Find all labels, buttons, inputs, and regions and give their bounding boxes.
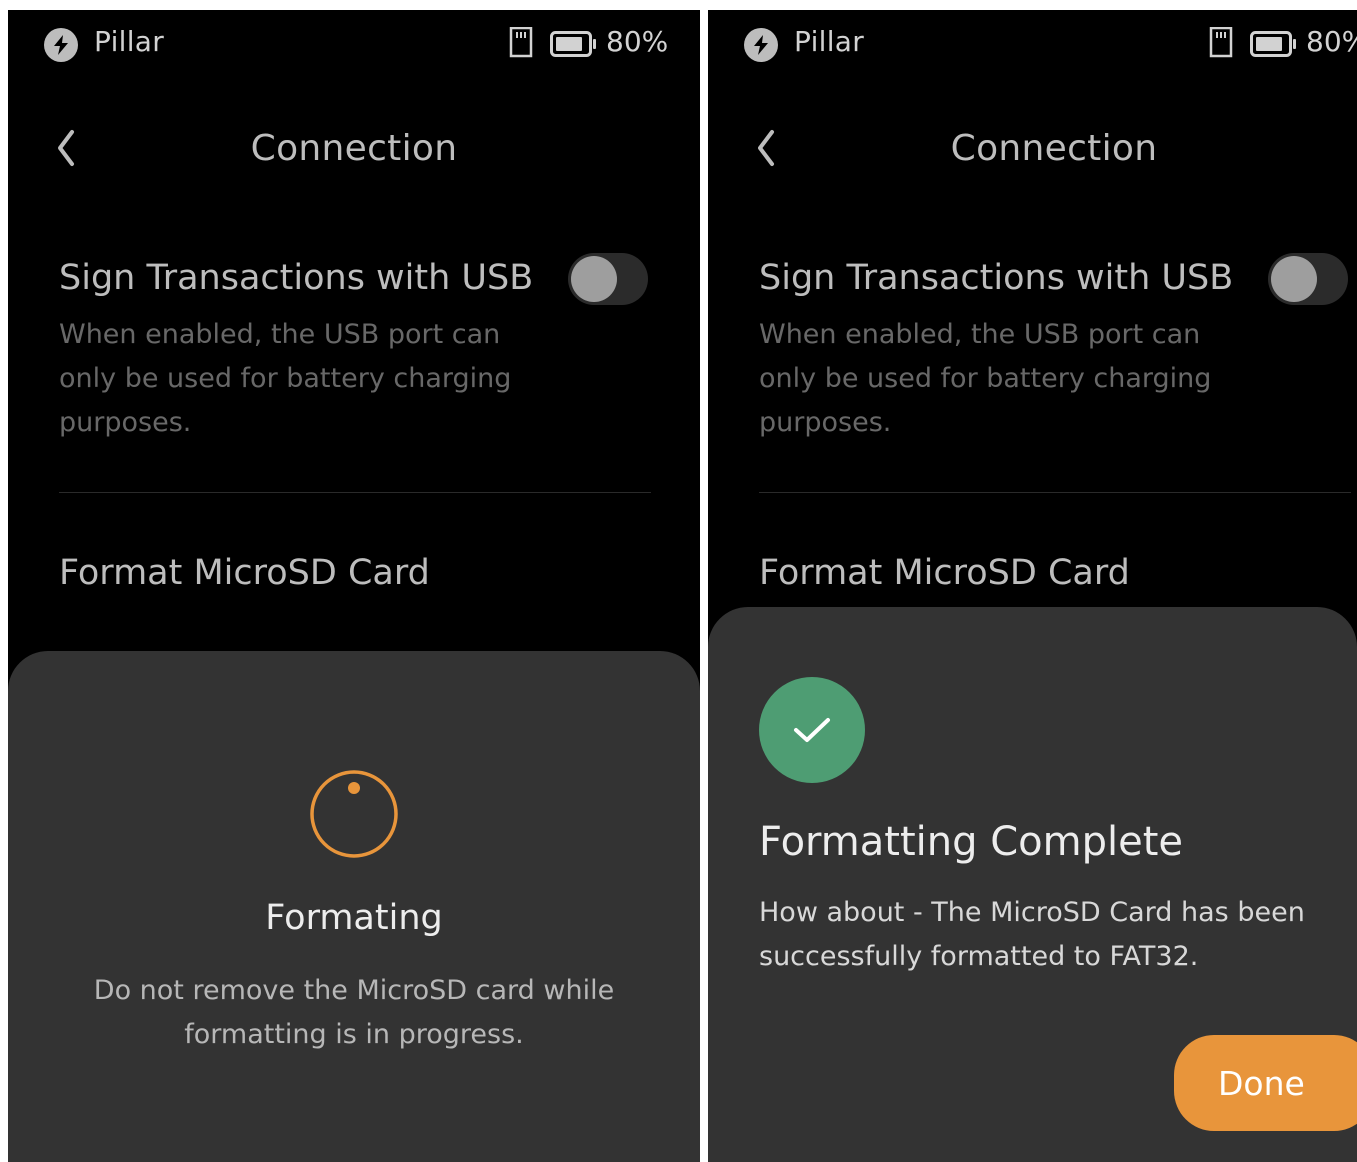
usb-setting-title: Sign Transactions with USB xyxy=(59,258,534,298)
sd-card-icon xyxy=(509,27,533,58)
bolt-icon xyxy=(44,28,78,62)
battery-percentage: 80% xyxy=(1306,25,1357,58)
sheet-title: Formating xyxy=(265,898,443,938)
device-screen-formatting: Pillar 80% Connection Sign Transactions … xyxy=(8,10,700,1162)
sd-card-icon xyxy=(1209,27,1233,58)
status-brand-name: Pillar xyxy=(94,25,165,58)
format-microsd-item[interactable]: Format MicroSD Card xyxy=(759,553,1130,593)
toggle-knob xyxy=(571,256,617,302)
done-button[interactable]: Done xyxy=(1174,1035,1357,1131)
toggle-knob xyxy=(1271,256,1317,302)
battery-icon xyxy=(550,31,596,57)
sheet-description: Do not remove the MicroSD card while for… xyxy=(93,975,615,1050)
check-icon xyxy=(794,718,830,742)
usb-setting-description: When enabled, the USB port can only be u… xyxy=(759,319,1212,438)
usb-toggle[interactable] xyxy=(1268,253,1348,305)
battery-icon xyxy=(1250,31,1296,57)
device-screen-complete: Pillar 80% Connection Sign Transactions … xyxy=(708,10,1357,1162)
divider xyxy=(59,492,651,493)
bolt-icon xyxy=(744,28,778,62)
success-badge xyxy=(759,677,865,783)
sheet-title: Formatting Complete xyxy=(759,819,1183,865)
status-brand-name: Pillar xyxy=(794,25,865,58)
battery-percentage: 80% xyxy=(606,25,669,58)
usb-toggle[interactable] xyxy=(568,253,648,305)
page-title: Connection xyxy=(950,128,1158,169)
formatting-sheet: Formating Do not remove the MicroSD card… xyxy=(8,651,700,1162)
comparison-stage: Pillar 80% Connection Sign Transactions … xyxy=(0,0,1357,1162)
format-microsd-item[interactable]: Format MicroSD Card xyxy=(59,553,430,593)
usb-setting-title: Sign Transactions with USB xyxy=(759,258,1234,298)
spinner-icon xyxy=(310,770,398,858)
divider xyxy=(759,492,1351,493)
format-complete-sheet: Formatting Complete How about - The Micr… xyxy=(708,607,1357,1162)
usb-setting-description: When enabled, the USB port can only be u… xyxy=(59,319,512,438)
page-title: Connection xyxy=(250,128,458,169)
sheet-description: How about - The MicroSD Card has been su… xyxy=(759,897,1305,972)
